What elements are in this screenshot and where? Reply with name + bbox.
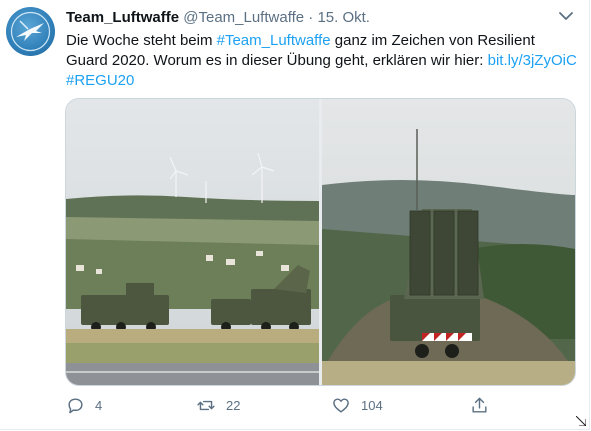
tweet-card[interactable]: Team_Luftwaffe @Team_Luftwaffe · 15. Okt… <box>0 0 590 430</box>
heart-icon <box>333 398 349 413</box>
tweet-actions: 4 22 104 <box>0 396 591 416</box>
resize-corner-icon <box>576 416 586 426</box>
tweet-header: Team_Luftwaffe @Team_Luftwaffe · 15. Okt… <box>66 9 370 26</box>
header-separator: · <box>308 9 314 26</box>
reply-count: 4 <box>95 398 103 413</box>
retweet-count: 22 <box>226 398 241 413</box>
share-icon <box>472 397 487 413</box>
display-name[interactable]: Team_Luftwaffe <box>66 9 179 26</box>
luftwaffe-logo-icon <box>10 11 51 52</box>
retweet-button[interactable]: 22 <box>196 396 240 415</box>
media-photo-left[interactable] <box>66 99 319 385</box>
like-button[interactable]: 104 <box>331 396 383 415</box>
tweet-date[interactable]: 15. Okt. <box>317 9 370 26</box>
user-handle[interactable]: @Team_Luftwaffe <box>183 9 304 26</box>
tweet-text: Die Woche steht beim #Team_Luftwaffe gan… <box>66 31 578 91</box>
hashtag-team-luftwaffe[interactable]: #Team_Luftwaffe <box>217 32 331 49</box>
avatar[interactable] <box>6 7 55 56</box>
hashtag-regu20[interactable]: #REGU20 <box>66 72 134 89</box>
media-photo-right[interactable] <box>322 99 575 385</box>
chevron-down-icon[interactable] <box>556 6 576 26</box>
reply-button[interactable]: 4 <box>66 396 102 415</box>
tweet-text-part: Die Woche steht beim <box>66 32 217 49</box>
tweet-link[interactable]: bit.ly/3jZyOiC <box>488 52 577 69</box>
reply-icon <box>68 398 83 414</box>
like-count: 104 <box>361 398 383 413</box>
tweet-media[interactable] <box>65 98 576 386</box>
retweet-icon <box>197 400 215 411</box>
share-button[interactable] <box>470 396 499 415</box>
